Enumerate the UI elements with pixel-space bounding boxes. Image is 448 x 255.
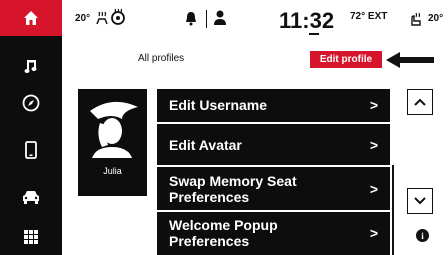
clock-underline bbox=[309, 33, 319, 35]
music-icon bbox=[24, 60, 37, 73]
edit-username-button[interactable]: Edit Username > bbox=[157, 89, 390, 122]
chevron-right-icon: > bbox=[369, 181, 378, 197]
clock: 11:32 bbox=[279, 8, 335, 33]
sidebar-navigation-button[interactable] bbox=[0, 85, 62, 121]
exterior-temp: 72° EXT bbox=[350, 11, 388, 22]
menu-item-label-line1: Welcome Popup bbox=[169, 217, 278, 233]
status-divider bbox=[206, 10, 207, 28]
phone-icon bbox=[25, 141, 37, 159]
sidebar-home-button[interactable] bbox=[0, 0, 62, 36]
edit-avatar-button[interactable]: Edit Avatar > bbox=[157, 124, 390, 165]
compass-icon bbox=[22, 94, 40, 112]
info-icon[interactable]: i bbox=[416, 229, 429, 242]
sidebar-phone-button[interactable] bbox=[0, 132, 62, 168]
passenger-temp[interactable]: 20° bbox=[428, 13, 443, 24]
arrow-pointer-icon bbox=[386, 52, 434, 68]
car-icon bbox=[23, 191, 39, 204]
heated-seat-icon[interactable] bbox=[110, 8, 126, 26]
avatar-icon bbox=[78, 89, 147, 158]
chevron-right-icon: > bbox=[369, 97, 378, 113]
sidebar-vehicle-button[interactable] bbox=[0, 179, 62, 215]
user-profile-icon[interactable] bbox=[213, 10, 227, 26]
menu-item-label: Edit Username bbox=[169, 97, 268, 113]
menu-item-label-line1: Swap Memory Seat bbox=[169, 173, 297, 189]
all-profiles-link[interactable]: All profiles bbox=[138, 53, 184, 64]
sidebar-apps-button[interactable] bbox=[0, 219, 62, 255]
notification-bell-icon[interactable] bbox=[184, 11, 198, 26]
profile-avatar-card[interactable]: Julia bbox=[78, 89, 147, 196]
sidebar bbox=[0, 0, 62, 255]
apps-grid-icon bbox=[24, 230, 38, 244]
edit-profile-label: Edit profile bbox=[310, 51, 382, 68]
heated-seat-icon[interactable] bbox=[408, 11, 424, 27]
menu-item-label-line2: Preferences bbox=[169, 189, 250, 205]
menu-item-label: Edit Avatar bbox=[169, 137, 242, 153]
menu-item-label-line2: Preferences bbox=[169, 233, 250, 249]
heated-steering-icon[interactable] bbox=[94, 10, 110, 26]
sidebar-media-button[interactable] bbox=[0, 48, 62, 84]
profile-name: Julia bbox=[103, 166, 122, 176]
chevron-up-icon bbox=[414, 98, 426, 106]
chevron-down-icon bbox=[414, 197, 426, 205]
welcome-popup-preferences-button[interactable]: Welcome Popup Preferences > bbox=[157, 212, 390, 255]
status-bar: 20° 11:32 72° EXT 20° bbox=[62, 0, 448, 40]
driver-temp[interactable]: 20° bbox=[75, 13, 90, 24]
home-icon bbox=[24, 11, 38, 25]
swap-memory-seat-preferences-button[interactable]: Swap Memory Seat Preferences > bbox=[157, 167, 390, 210]
scrollbar-track[interactable] bbox=[392, 165, 394, 255]
chevron-right-icon: > bbox=[369, 137, 378, 153]
chevron-right-icon: > bbox=[369, 225, 378, 241]
scroll-down-button[interactable] bbox=[407, 188, 433, 214]
scroll-up-button[interactable] bbox=[407, 89, 433, 115]
